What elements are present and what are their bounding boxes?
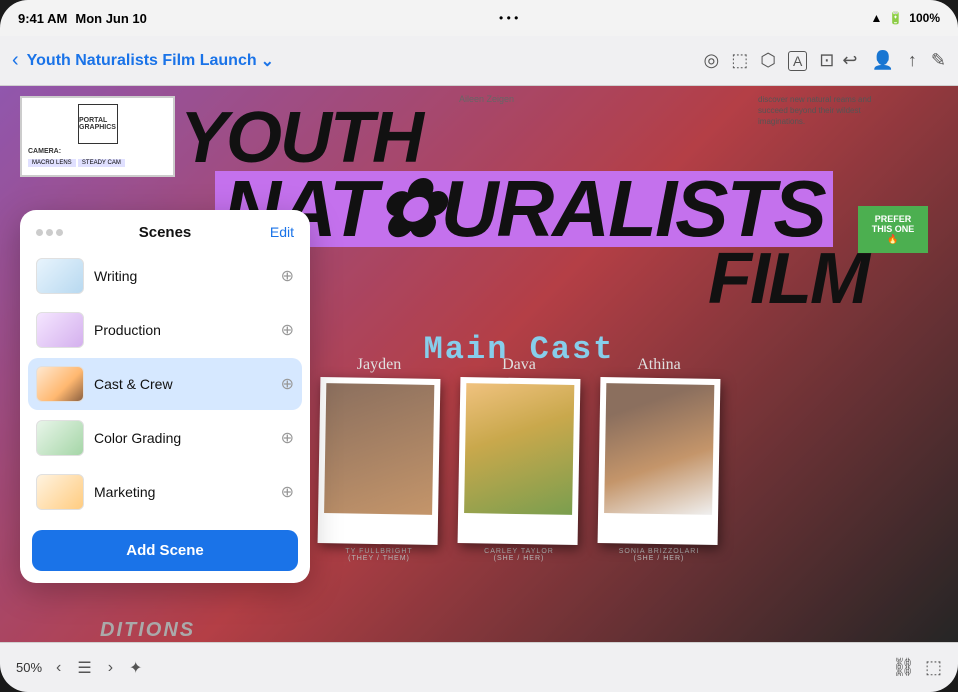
scenes-panel: Scenes Edit Writing ⊕ Production ⊕ Cast …	[20, 210, 310, 583]
scene-item-marketing[interactable]: Marketing ⊕	[28, 466, 302, 518]
scene-name-production: Production	[94, 322, 271, 338]
view-icon[interactable]: ⬚	[925, 657, 942, 678]
scene-name-color: Color Grading	[94, 430, 271, 446]
cast-photo-img-3	[604, 383, 714, 515]
scene-more-production[interactable]: ⊕	[281, 320, 294, 340]
card-camera-label: CAMERA:	[28, 148, 167, 155]
share-icon[interactable]: ↑	[908, 50, 917, 71]
undo-icon[interactable]: ↩	[842, 50, 857, 71]
scenes-panel-title: Scenes	[139, 224, 192, 241]
ipad-frame: 9:41 AM Mon Jun 10 • • • ▲ 🔋 100% ‹ Yout…	[0, 0, 958, 692]
card-logo: PORTALGRAPHICS	[78, 104, 118, 144]
document-title[interactable]: Youth Naturalists Film Launch ⌄	[27, 51, 274, 71]
tool-icon-4[interactable]: A	[788, 51, 807, 71]
wifi-icon: ▲	[870, 11, 882, 25]
scene-thumb-production	[36, 312, 84, 348]
cast-photo-img-2	[464, 383, 574, 515]
dot-1	[36, 229, 43, 236]
cast-member-1: Jayden TY FULLBRIGHT(THEY / THEM)	[319, 378, 439, 562]
bottom-right: ⛓ ⬚	[892, 657, 942, 678]
scene-name-marketing: Marketing	[94, 484, 271, 500]
tool-icon-5[interactable]: ⊡	[819, 50, 834, 71]
top-card: PORTALGRAPHICS CAMERA: MACRO LENS STEADY…	[20, 96, 175, 177]
discover-text: discover new natural reams and succeed b…	[758, 94, 878, 128]
title-chevron: ⌄	[261, 51, 274, 71]
scene-more-cast[interactable]: ⊕	[281, 374, 294, 394]
scene-item-writing[interactable]: Writing ⊕	[28, 250, 302, 302]
back-button[interactable]: ‹	[12, 49, 19, 72]
status-left: 9:41 AM Mon Jun 10	[18, 11, 147, 26]
tool-icon-3[interactable]: ⬡	[760, 50, 776, 71]
scene-item-cast[interactable]: Cast & Crew ⊕	[28, 358, 302, 410]
nav-star-button[interactable]: ✦	[123, 656, 148, 680]
cast-sig-1: Jayden	[319, 356, 439, 374]
battery-level: 100%	[909, 11, 940, 25]
dot-2	[46, 229, 53, 236]
bottom-bar: 50% ‹ ☰ › ✦ ⛓ ⬚	[0, 642, 958, 692]
panel-dots	[36, 229, 63, 236]
toolbar-center: ◎ ⬚ ⬡ A ⊡	[704, 50, 835, 71]
card-steady: STEADY CAM	[78, 159, 125, 167]
top-toolbar: ‹ Youth Naturalists Film Launch ⌄ ◎ ⬚ ⬡ …	[0, 36, 958, 86]
cast-member-3: Athina SONIA BRIZZOLARI(SHE / HER)	[599, 378, 719, 562]
cast-label-1: TY FULLBRIGHT(THEY / THEM)	[319, 548, 439, 562]
tool-icon-1[interactable]: ◎	[704, 50, 720, 71]
dot-3	[56, 229, 63, 236]
scene-thumb-color	[36, 420, 84, 456]
cast-photo-3	[598, 377, 721, 545]
scene-more-color[interactable]: ⊕	[281, 428, 294, 448]
card-lens: MACRO LENS	[28, 159, 76, 167]
status-bar: 9:41 AM Mon Jun 10 • • • ▲ 🔋 100%	[0, 0, 958, 36]
status-center: • • •	[499, 11, 518, 25]
cast-photo-1	[318, 377, 441, 545]
tool-icon-2[interactable]: ⬚	[731, 50, 748, 71]
cast-label-3: SONIA BRIZZOLARI(SHE / HER)	[599, 548, 719, 562]
scene-thumb-writing	[36, 258, 84, 294]
scenes-edit-button[interactable]: Edit	[270, 224, 294, 240]
scenes-header: Scenes Edit	[20, 210, 310, 250]
nav-next-button[interactable]: ›	[102, 656, 119, 680]
status-right: ▲ 🔋 100%	[870, 11, 940, 25]
toolbar-right: ↩ 👤 ↑ ✎	[842, 50, 946, 71]
scene-more-writing[interactable]: ⊕	[281, 266, 294, 286]
scene-item-production[interactable]: Production ⊕	[28, 304, 302, 356]
edit-icon[interactable]: ✎	[931, 50, 946, 71]
zoom-level[interactable]: 50%	[16, 660, 42, 675]
add-scene-button[interactable]: Add Scene	[32, 530, 298, 571]
document-title-text: Youth Naturalists Film Launch	[27, 52, 257, 70]
scene-thumb-cast	[36, 366, 84, 402]
scene-more-marketing[interactable]: ⊕	[281, 482, 294, 502]
battery-icon: 🔋	[888, 11, 903, 25]
nav-prev-button[interactable]: ‹	[50, 656, 67, 680]
scenes-list: Writing ⊕ Production ⊕ Cast & Crew ⊕ Col…	[20, 250, 310, 518]
cast-member-2: Dava CARLEY TAYLOR(SHE / HER)	[459, 378, 579, 562]
cast-photo-img-1	[324, 383, 434, 515]
nav-buttons: ‹ ☰ › ✦	[50, 656, 148, 680]
cast-label-2: CARLEY TAYLOR(SHE / HER)	[459, 548, 579, 562]
bottom-text: DITIONS	[100, 619, 195, 642]
nav-list-button[interactable]: ☰	[71, 656, 97, 680]
status-date: Mon Jun 10	[75, 11, 147, 26]
bottom-left: 50% ‹ ☰ › ✦	[16, 656, 148, 680]
status-time: 9:41 AM	[18, 11, 67, 26]
toolbar-left: ‹ Youth Naturalists Film Launch ⌄	[12, 49, 696, 72]
scene-thumb-marketing	[36, 474, 84, 510]
scene-name-cast: Cast & Crew	[94, 376, 271, 392]
name-tag: Aileen Zeigen	[459, 94, 514, 104]
scene-item-color[interactable]: Color Grading ⊕	[28, 412, 302, 464]
scene-name-writing: Writing	[94, 268, 271, 284]
cast-sig-2: Dava	[459, 356, 579, 374]
cast-sig-3: Athina	[599, 356, 719, 374]
cast-photo-2	[458, 377, 581, 545]
user-icon[interactable]: 👤	[871, 50, 893, 71]
sticky-note: PREFER THIS ONE 🔥	[858, 206, 928, 253]
link-icon[interactable]: ⛓	[892, 657, 915, 678]
